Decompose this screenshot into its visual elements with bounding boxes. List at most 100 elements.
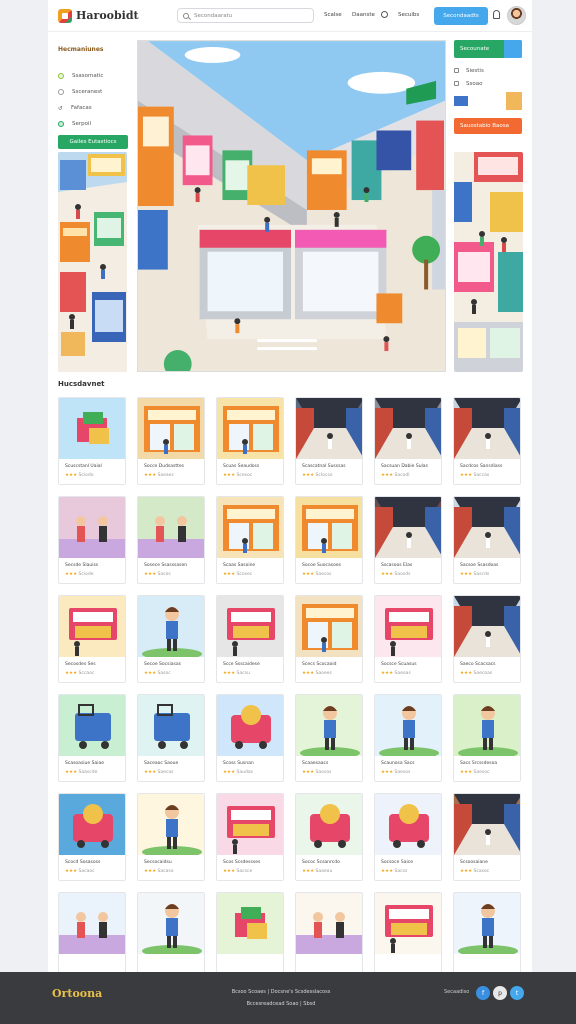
promo-button[interactable]: Sauostabio Baosa <box>454 118 522 134</box>
product-thumbnail[interactable] <box>59 794 125 855</box>
product-thumbnail[interactable] <box>375 596 441 657</box>
product-card[interactable]: Sosece Ssasssasen ★★★ Sacos <box>137 496 205 584</box>
product-thumbnail[interactable] <box>454 695 520 756</box>
product-thumbnail[interactable] <box>375 893 441 954</box>
product-thumbnail[interactable] <box>296 398 362 459</box>
product-thumbnail[interactable] <box>454 398 520 459</box>
product-card[interactable] <box>137 892 205 980</box>
product-card[interactable]: Sacsoe Ssasdoas ★★★ Sascds <box>453 496 521 584</box>
product-card[interactable] <box>216 892 284 980</box>
product-card[interactable]: Socce Dudsasttes ★★★ Saeaec <box>137 397 205 485</box>
product-thumbnail[interactable] <box>296 497 362 558</box>
product-card[interactable]: Scasoasiue Saiae ★★★ Saascde <box>58 694 126 782</box>
pinterest-icon[interactable]: p <box>493 986 507 1000</box>
product-title[interactable]: Scasoasiue Saiae <box>65 761 125 766</box>
product-title[interactable]: Socsoce Saice <box>381 860 441 865</box>
cta-button[interactable]: Secondaadts <box>434 7 488 25</box>
product-card[interactable]: Scce Ssscaidese ★★★ Sacsu <box>216 595 284 683</box>
product-thumbnail[interactable] <box>454 497 520 558</box>
product-thumbnail[interactable] <box>454 794 520 855</box>
filter-item[interactable]: ↺ Fafacas <box>58 101 128 115</box>
product-thumbnail[interactable] <box>296 893 362 954</box>
product-thumbnail[interactable] <box>59 596 125 657</box>
product-thumbnail[interactable] <box>454 596 520 657</box>
product-title[interactable]: Sacs Srcssdesoa <box>460 761 520 766</box>
product-thumbnail[interactable] <box>217 398 283 459</box>
product-card[interactable]: Sscasoos Elas ★★★ Saosds <box>374 496 442 584</box>
product-title[interactable]: Scsoosaiane <box>460 860 520 865</box>
product-card[interactable]: Secosdes Ses ★★★ Sccaoc <box>58 595 126 683</box>
product-card[interactable]: Socoe Suocasoes ★★★ Saecos <box>295 496 363 584</box>
apply-filters-button[interactable]: Gailes Eutastiocs <box>58 135 128 149</box>
product-title[interactable]: Scaaesaacs <box>302 761 362 766</box>
product-title[interactable]: Secoe Socsiasas <box>144 662 204 667</box>
product-thumbnail[interactable] <box>138 893 204 954</box>
product-thumbnail[interactable] <box>217 596 283 657</box>
footer-link-line[interactable]: Bcsoo Scoaes | Docsne's Scsdesslacoss <box>222 986 340 998</box>
right-item[interactable]: Siestis <box>454 64 522 77</box>
product-thumbnail[interactable] <box>217 893 283 954</box>
product-card[interactable]: Secsde Slauiss ★★★ Sciode <box>58 496 126 584</box>
filter-item[interactable]: Ssceranest <box>58 85 128 99</box>
filter-item[interactable]: Ssasomatic <box>58 69 128 83</box>
product-card[interactable]: Scuas Seaudoss ★★★ Scesoc <box>216 397 284 485</box>
product-card[interactable]: Scoss Susnan ★★★ Saudas <box>216 694 284 782</box>
product-title[interactable]: Scos Scsdessses <box>223 860 283 865</box>
product-card[interactable]: Scascatnal Susssas ★★★ Sclocso <box>295 397 363 485</box>
product-title[interactable]: Scaunosa Sacs <box>381 761 441 766</box>
product-card[interactable]: Scocd Sosasoss ★★★ Sacaoc <box>58 793 126 881</box>
product-card[interactable]: Sococ Scsanrcdo ★★★ Saaeou <box>295 793 363 881</box>
product-thumbnail[interactable] <box>375 398 441 459</box>
product-card[interactable] <box>58 892 126 980</box>
product-card[interactable]: Scecs Scocaoid ★★★ Saoees <box>295 595 363 683</box>
product-title[interactable]: Scaas Sasoine <box>223 563 283 568</box>
twitter-icon[interactable]: t <box>510 986 524 1000</box>
product-thumbnail[interactable] <box>59 695 125 756</box>
product-title[interactable]: Socsce Scuasus <box>381 662 441 667</box>
search-icon[interactable] <box>381 11 388 18</box>
product-thumbnail[interactable] <box>375 695 441 756</box>
product-title[interactable]: Sscasoos Elas <box>381 563 441 568</box>
product-card[interactable]: Scsoosaiane ★★★ Scasoc <box>453 793 521 881</box>
footer-link-line[interactable]: Bccesreadcead Soao | Sbsd <box>222 998 340 1010</box>
product-thumbnail[interactable] <box>217 794 283 855</box>
product-thumbnail[interactable] <box>296 794 362 855</box>
product-card[interactable]: Saceaoc Saoue ★★★ Saecas <box>137 694 205 782</box>
product-card[interactable]: Scuscstanl Uaial ★★★ Sciodo <box>58 397 126 485</box>
product-card[interactable]: Sacs Srcssdesoa ★★★ Saesoc <box>453 694 521 782</box>
product-card[interactable]: Socsce Scuasus ★★★ Saeoas <box>374 595 442 683</box>
product-title[interactable]: Scascatnal Susssas <box>302 464 362 469</box>
product-title[interactable]: Sacdcos Sansdiass <box>460 464 520 469</box>
product-title[interactable]: Sacsuan Dabie Sulas <box>381 464 441 469</box>
secondary-button[interactable]: Secounate <box>454 40 522 58</box>
product-title[interactable]: Socce Dudsasttes <box>144 464 204 469</box>
product-title[interactable]: Secosdes Ses <box>65 662 125 667</box>
product-card[interactable]: Sacsuan Dabie Sulas ★★★ Sacodl <box>374 397 442 485</box>
product-card[interactable]: Sacdcos Sansdiass ★★★ Saccas <box>453 397 521 485</box>
product-card[interactable]: Saeco Scacsacs ★★★ Saecoas <box>453 595 521 683</box>
product-card[interactable] <box>453 892 521 980</box>
product-card[interactable]: Scaaesaacs ★★★ Saosas <box>295 694 363 782</box>
facebook-icon[interactable]: f <box>476 986 490 1000</box>
product-thumbnail[interactable] <box>375 497 441 558</box>
product-thumbnail[interactable] <box>454 893 520 954</box>
product-title[interactable]: Saeco Scacsacs <box>460 662 520 667</box>
product-card[interactable]: Socsoce Saice ★★★ Sacss <box>374 793 442 881</box>
product-card[interactable]: Secoe Socsiasas ★★★ Sasoc <box>137 595 205 683</box>
search-input[interactable]: Secondaaratu <box>177 8 314 23</box>
product-title[interactable]: Scocd Sosasoss <box>65 860 125 865</box>
product-thumbnail[interactable] <box>59 893 125 954</box>
product-thumbnail[interactable] <box>59 497 125 558</box>
product-card[interactable]: Scaas Sasoine ★★★ Scosec <box>216 496 284 584</box>
product-title[interactable]: Saceaoc Saoue <box>144 761 204 766</box>
filter-item[interactable]: Serpoil <box>58 117 128 131</box>
product-title[interactable]: Sacsoe Ssasdoas <box>460 563 520 568</box>
product-title[interactable]: Sococ Scsanrcdo <box>302 860 362 865</box>
product-title[interactable]: Socoe Suocasoes <box>302 563 362 568</box>
product-title[interactable]: Secsde Slauiss <box>65 563 125 568</box>
nav-link-1[interactable]: Scalse <box>324 12 342 18</box>
product-thumbnail[interactable] <box>138 497 204 558</box>
product-card[interactable] <box>374 892 442 980</box>
product-thumbnail[interactable] <box>138 398 204 459</box>
right-item[interactable]: Ssoao <box>454 77 522 90</box>
